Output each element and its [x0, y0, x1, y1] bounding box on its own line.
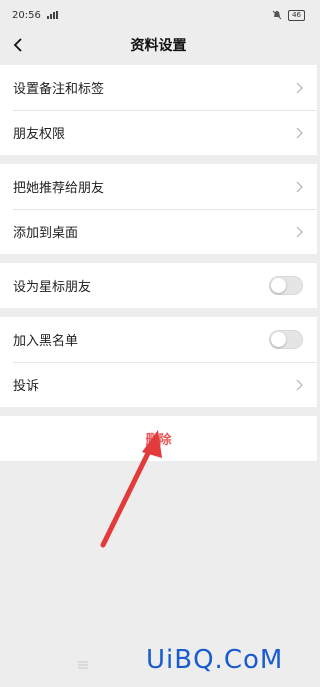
setting-label: 把她推荐给朋友	[13, 181, 105, 196]
setting-friend-permissions[interactable]: 朋友权限	[0, 110, 317, 155]
settings-group-2: 把她推荐给朋友 添加到桌面	[0, 164, 317, 254]
setting-label: 加入黑名单	[13, 334, 79, 349]
chevron-right-icon	[296, 226, 303, 237]
blacklist-toggle[interactable]	[269, 330, 303, 349]
chevron-right-icon	[296, 181, 303, 192]
settings-group-4: 加入黑名单 投诉	[0, 317, 317, 407]
setting-label: 添加到桌面	[13, 226, 79, 241]
status-bar: 20:56 46	[0, 0, 317, 30]
watermark: UiBQ.CoM	[146, 645, 284, 675]
setting-blacklist: 加入黑名单	[0, 317, 317, 362]
chevron-right-icon	[296, 127, 303, 138]
mute-icon	[272, 10, 282, 20]
battery-icon: 46	[288, 9, 305, 21]
chevron-right-icon	[296, 82, 303, 93]
chevron-right-icon	[296, 379, 303, 390]
delete-label: 删除	[145, 433, 172, 448]
setting-add-to-desktop[interactable]: 添加到桌面	[0, 209, 317, 254]
setting-label: 投诉	[13, 379, 40, 394]
delete-button[interactable]: 删除	[0, 416, 317, 461]
status-time: 20:56	[12, 9, 41, 21]
setting-remark-tags[interactable]: 设置备注和标签	[0, 65, 317, 110]
setting-label: 设为星标朋友	[13, 280, 92, 295]
setting-recommend-friend[interactable]: 把她推荐给朋友	[0, 164, 317, 209]
menu-icon	[78, 661, 88, 669]
settings-group-1: 设置备注和标签 朋友权限	[0, 65, 317, 155]
back-icon[interactable]	[10, 36, 28, 54]
nav-bar: 资料设置	[0, 30, 317, 60]
setting-label: 朋友权限	[13, 127, 66, 142]
settings-group-3: 设为星标朋友	[0, 263, 317, 308]
setting-label: 设置备注和标签	[13, 82, 105, 97]
setting-star-friend: 设为星标朋友	[0, 263, 317, 308]
signal-icon	[46, 11, 58, 19]
setting-complain[interactable]: 投诉	[0, 362, 317, 407]
page-title: 资料设置	[130, 38, 187, 54]
star-friend-toggle[interactable]	[269, 276, 303, 295]
